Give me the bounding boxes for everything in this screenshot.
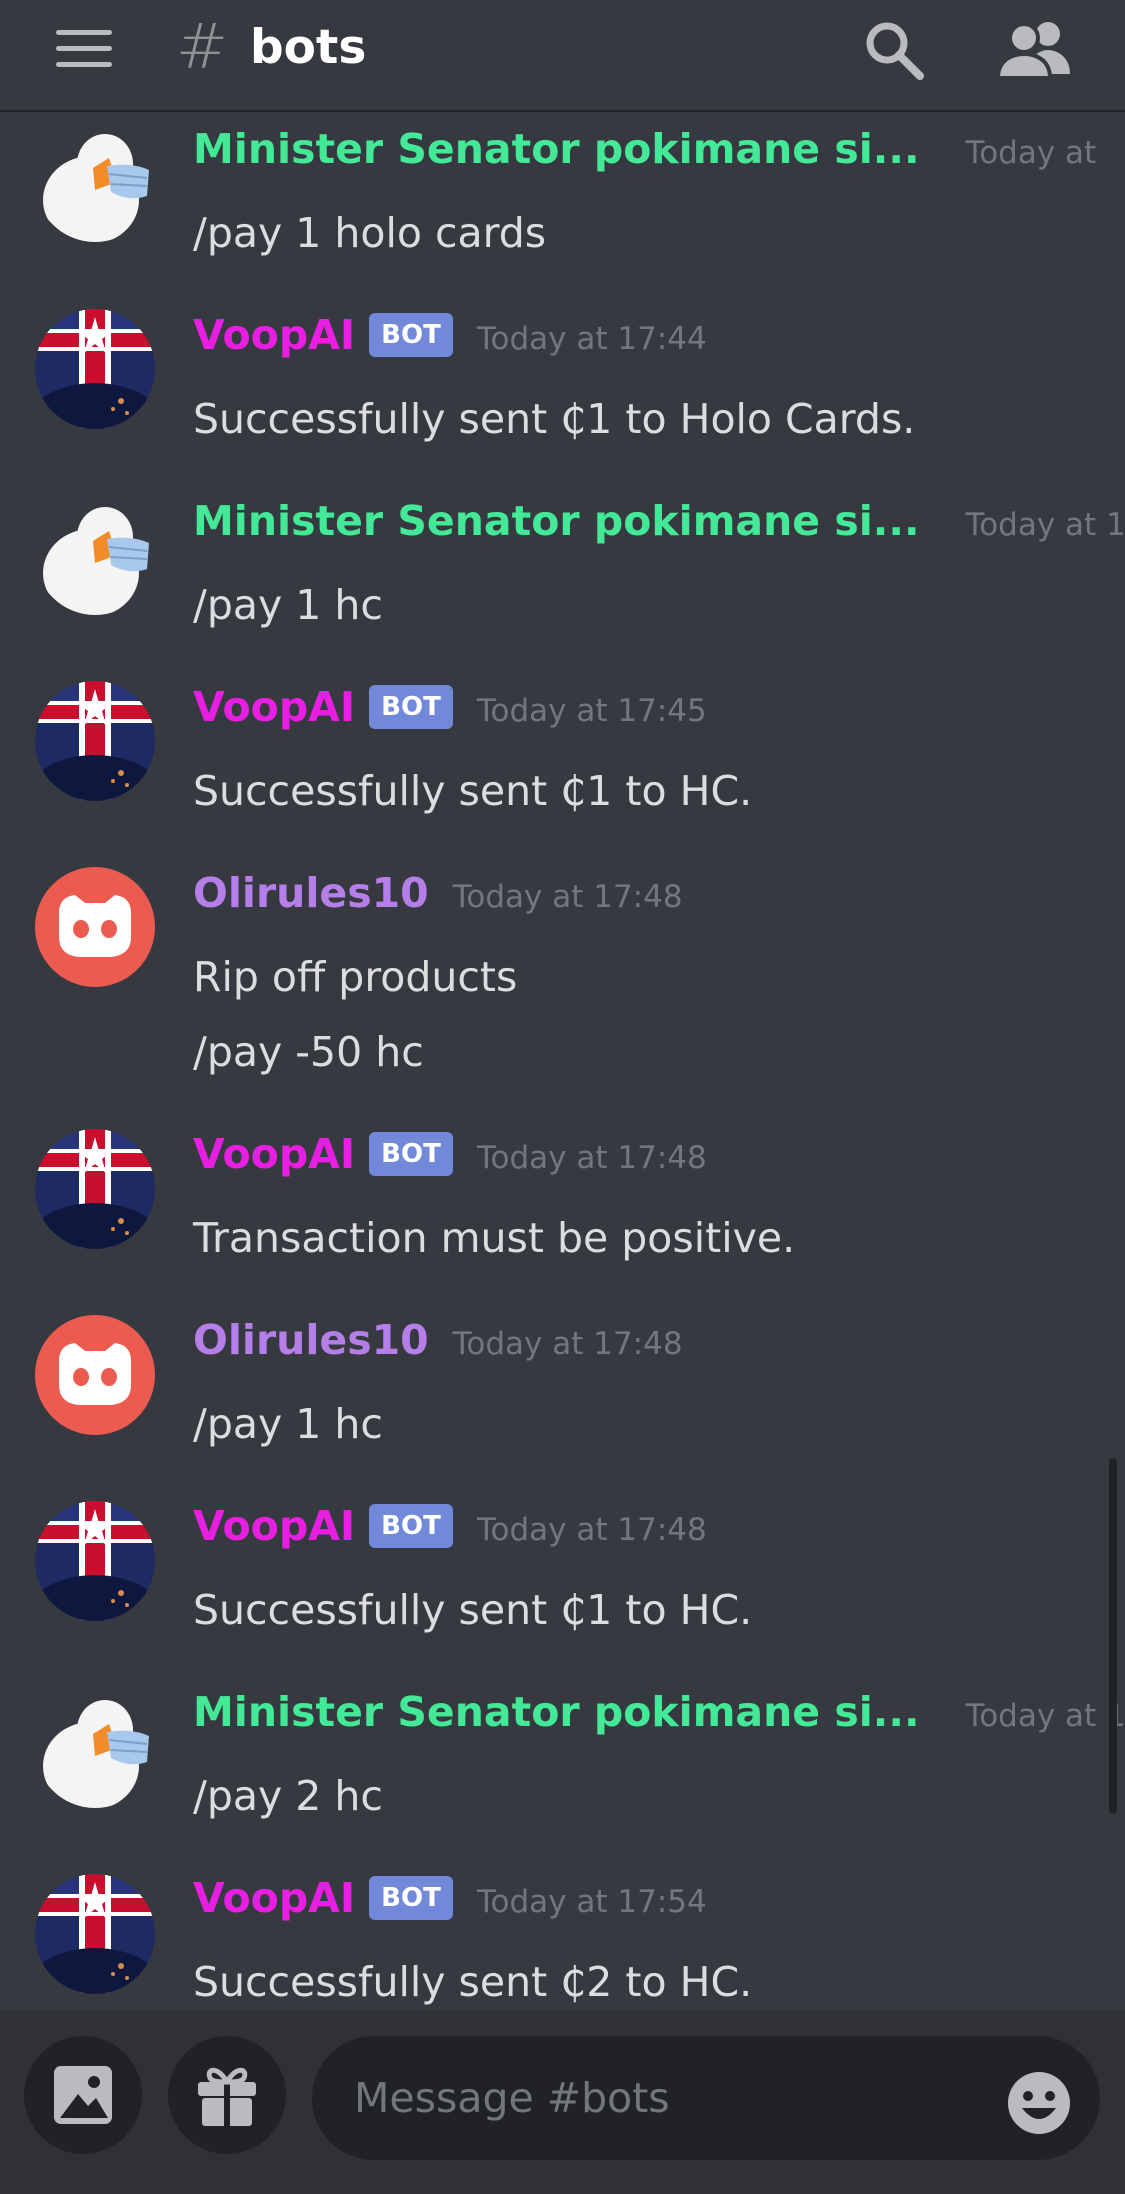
avatar[interactable] — [35, 495, 155, 615]
username[interactable]: VoopAI — [193, 311, 355, 359]
username[interactable]: Minister Senator pokimane si... — [193, 497, 920, 545]
goose-with-mask-avatar-image — [35, 122, 155, 242]
channel-name: bots — [250, 20, 367, 75]
image-upload-button[interactable] — [24, 2036, 142, 2154]
flag-globe-avatar-image — [35, 1874, 155, 1994]
timestamp: Today at 17:44 — [476, 321, 707, 357]
flag-globe-avatar-image — [35, 1129, 155, 1249]
message-header: Olirules10 Today at 17:48 — [193, 1312, 683, 1368]
avatar[interactable] — [35, 1874, 155, 1994]
message-text: Transaction must be positive. — [193, 1214, 796, 1262]
timestamp: Today at 17:54 — [965, 1698, 1125, 1734]
search-icon[interactable] — [862, 18, 926, 82]
channel-header: # bots — [0, 0, 1125, 112]
message-text: /pay 1 hc — [193, 1400, 383, 1448]
message-group: VoopAI BOT Today at 17:54 Successfully sent… — [0, 112, 1125, 2006]
goose-with-mask-avatar-image — [35, 1688, 155, 1808]
bot-badge: BOT — [369, 1504, 453, 1548]
username[interactable]: Minister Senator pokimane si... — [193, 125, 920, 173]
message-text: /pay -50 hc — [193, 1028, 424, 1076]
message-text: Successfully sent ₵2 to HC. — [193, 1958, 753, 2006]
bot-badge: BOT — [369, 1132, 453, 1176]
emoji-icon[interactable] — [1004, 2068, 1074, 2138]
message-header: VoopAI BOT Today at 17:44 — [193, 307, 707, 363]
goose-with-mask-avatar-image — [35, 495, 155, 615]
flag-globe-avatar-image — [35, 309, 155, 429]
timestamp: Today at 17:45 — [476, 693, 707, 729]
username[interactable]: VoopAI — [193, 1130, 355, 1178]
scrollbar[interactable] — [1109, 1458, 1117, 1814]
message-list[interactable]: Minister Senator pokimane si... Today at /… — [0, 112, 1125, 2010]
username[interactable]: Olirules10 — [193, 1316, 429, 1364]
avatar[interactable] — [35, 122, 155, 242]
discord-app: # bots Minister Senator pokimane si... To… — [0, 0, 1125, 2194]
avatar[interactable] — [35, 681, 155, 801]
channel-hash-icon: # — [176, 10, 228, 83]
avatar[interactable] — [35, 867, 155, 987]
username[interactable]: VoopAI — [193, 683, 355, 731]
timestamp: Today at 17:48 — [476, 1140, 707, 1176]
timestamp: Today at 17:45 — [965, 507, 1125, 543]
discord-default-red-avatar-image — [35, 867, 155, 987]
message-header: Minister Senator pokimane si... Today at … — [193, 1684, 1125, 1740]
avatar[interactable] — [35, 1688, 155, 1808]
flag-globe-avatar-image — [35, 1501, 155, 1621]
bot-badge: BOT — [369, 1876, 453, 1920]
gift-icon — [198, 2067, 256, 2126]
discord-default-red-avatar-image — [35, 1315, 155, 1435]
message-text: /pay 1 hc — [193, 581, 383, 629]
avatar[interactable] — [35, 1129, 155, 1249]
username[interactable]: VoopAI — [193, 1874, 355, 1922]
message-text: Successfully sent ₵1 to Holo Cards. — [193, 395, 916, 443]
timestamp: Today at 17:48 — [452, 879, 683, 915]
message-text: Successfully sent ₵1 to HC. — [193, 1586, 753, 1634]
avatar[interactable] — [35, 1501, 155, 1621]
message-header: VoopAI BOT Today at 17:48 — [193, 1126, 707, 1182]
timestamp: Today at 17:48 — [452, 1326, 683, 1362]
avatar[interactable] — [35, 309, 155, 429]
timestamp: Today at 17:48 — [476, 1512, 707, 1548]
message-header: Minister Senator pokimane si... Today at … — [193, 493, 1125, 549]
message-text: Rip off products — [193, 953, 518, 1001]
image-upload-icon — [54, 2066, 112, 2124]
gift-button[interactable] — [168, 2036, 286, 2154]
message-input[interactable]: Message #bots — [312, 2036, 1100, 2160]
avatar[interactable] — [35, 1315, 155, 1435]
bot-badge: BOT — [369, 313, 453, 357]
message-header: VoopAI BOT Today at 17:54 — [193, 1870, 707, 1926]
timestamp: Today at — [965, 135, 1097, 171]
username[interactable]: VoopAI — [193, 1502, 355, 1550]
flag-globe-avatar-image — [35, 681, 155, 801]
username[interactable]: Olirules10 — [193, 869, 429, 917]
members-icon[interactable] — [998, 16, 1072, 80]
hamburger-menu-icon[interactable] — [56, 28, 112, 68]
bot-badge: BOT — [369, 685, 453, 729]
message-header: VoopAI BOT Today at 17:45 — [193, 679, 707, 735]
message-header: Minister Senator pokimane si... Today at — [193, 121, 1096, 177]
message-header: Olirules10 Today at 17:48 — [193, 865, 683, 921]
message-text: /pay 2 hc — [193, 1772, 383, 1820]
timestamp: Today at 17:54 — [476, 1884, 707, 1920]
message-text: /pay 1 holo cards — [193, 209, 547, 257]
message-header: VoopAI BOT Today at 17:48 — [193, 1498, 707, 1554]
message-text: Successfully sent ₵1 to HC. — [193, 767, 753, 815]
username[interactable]: Minister Senator pokimane si... — [193, 1688, 920, 1736]
